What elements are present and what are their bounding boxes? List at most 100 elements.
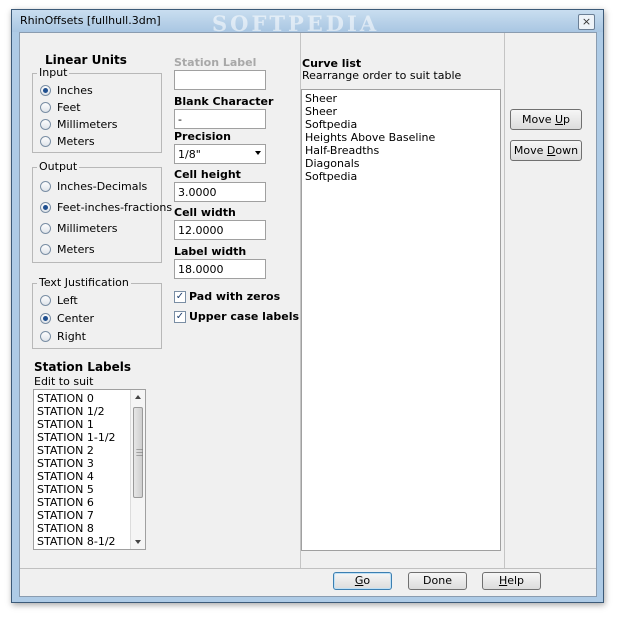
help-button[interactable]: Help: [482, 572, 541, 590]
station-label-item[interactable]: STATION 7: [37, 509, 116, 522]
cell-height-caption: Cell height: [174, 168, 241, 181]
output-units-legend: Output: [37, 160, 80, 173]
button-label: own: [555, 144, 579, 157]
station-labels-subheading: Edit to suit: [34, 375, 94, 388]
radio-button[interactable]: [40, 85, 51, 96]
radio-label: Meters: [57, 243, 95, 256]
station-label-item[interactable]: STATION 3: [37, 457, 116, 470]
station-label-item[interactable]: STATION 2: [37, 444, 116, 457]
output-units-group: Output Inches-Decimals Feet-inches-fract…: [32, 160, 172, 263]
button-label: Move: [521, 113, 555, 126]
radio-button[interactable]: [40, 181, 51, 192]
done-button[interactable]: Done: [408, 572, 467, 590]
station-labels-scrollbar[interactable]: — — —: [130, 390, 145, 549]
label-width-caption: Label width: [174, 245, 247, 258]
upper-case-labels-checkbox-row[interactable]: ✓ Upper case labels: [174, 310, 304, 326]
pad-with-zeros-label: Pad with zeros: [189, 290, 281, 303]
radio-button[interactable]: [40, 102, 51, 113]
station-label-item[interactable]: STATION 8-1/2: [37, 535, 116, 548]
station-label-item[interactable]: STATION 8: [37, 522, 116, 535]
scroll-up-icon[interactable]: [135, 395, 141, 399]
cell-width-field[interactable]: 12.0000: [174, 220, 266, 240]
precision-select[interactable]: 1/8": [174, 144, 266, 164]
radio-label: Center: [57, 312, 95, 325]
text-justification-group: Text Justification Left Center Right: [32, 276, 162, 349]
scroll-thumb[interactable]: — — —: [133, 407, 143, 498]
curve-list-item[interactable]: Sheer: [305, 92, 435, 105]
input-units-group: Input Inches Feet Millimeters Meters: [32, 66, 162, 153]
button-accesskey: U: [554, 113, 564, 126]
curve-list-listbox[interactable]: Sheer Sheer Softpedia Heights Above Baselin…: [301, 89, 501, 551]
precision-value: 1/8": [178, 148, 201, 161]
station-label-item[interactable]: STATION 1/2: [37, 405, 116, 418]
station-label-item[interactable]: STATION 5: [37, 483, 116, 496]
station-label-item[interactable]: STATION 4: [37, 470, 116, 483]
radio-label: Inches: [57, 84, 93, 97]
station-label-item[interactable]: STATION 6: [37, 496, 116, 509]
upper-case-labels-label: Upper case labels: [189, 310, 300, 323]
radio-button[interactable]: [40, 313, 51, 324]
precision-caption: Precision: [174, 130, 231, 143]
radio-button[interactable]: [40, 295, 51, 306]
button-label: p: [563, 113, 571, 126]
station-label-field[interactable]: [174, 70, 266, 90]
dialog-button-bar: Go Done Help: [20, 568, 596, 597]
curve-list-item[interactable]: Softpedia: [305, 118, 435, 131]
radio-label: Feet-inches-fractions: [57, 201, 173, 214]
label-width-field[interactable]: 18.0000: [174, 259, 266, 279]
cell-width-caption: Cell width: [174, 206, 236, 219]
radio-label: Right: [57, 330, 86, 343]
radio-label: Millimeters: [57, 118, 118, 131]
scroll-down-icon[interactable]: [135, 540, 141, 544]
button-label: Done: [423, 574, 452, 587]
curve-list-item[interactable]: Diagonals: [305, 157, 435, 170]
go-button[interactable]: Go: [333, 572, 392, 590]
input-units-legend: Input: [37, 66, 70, 79]
window-title: RhinOffsets [fullhull.3dm]: [20, 14, 161, 27]
station-labels-items: STATION 0 STATION 1/2 STATION 1 STATION 1-1…: [37, 392, 116, 548]
button-accesskey: H: [498, 574, 508, 587]
chevron-down-icon[interactable]: [255, 151, 261, 155]
radio-label: Left: [57, 294, 78, 307]
radio-button[interactable]: [40, 202, 51, 213]
radio-button[interactable]: [40, 331, 51, 342]
text-justification-legend: Text Justification: [37, 276, 131, 289]
radio-button[interactable]: [40, 244, 51, 255]
radio-button[interactable]: [40, 119, 51, 130]
station-label-caption: Station Label: [174, 56, 257, 69]
curve-list-item[interactable]: Half-Breadths: [305, 144, 435, 157]
curve-list-item[interactable]: Heights Above Baseline: [305, 131, 435, 144]
button-label: o: [363, 574, 371, 587]
curve-list-subheading: Rearrange order to suit table: [302, 69, 462, 82]
pad-with-zeros-checkbox-row[interactable]: ✓ Pad with zeros: [174, 290, 304, 306]
move-up-button[interactable]: Move Up: [510, 109, 582, 130]
linear-units-heading: Linear Units: [45, 53, 127, 67]
close-icon[interactable]: ×: [578, 14, 595, 30]
blank-character-caption: Blank Character: [174, 95, 274, 108]
radio-label: Meters: [57, 135, 95, 148]
station-labels-listbox[interactable]: STATION 0 STATION 1/2 STATION 1 STATION 1-1…: [33, 389, 146, 550]
blank-character-field[interactable]: -: [174, 109, 266, 129]
radio-button[interactable]: [40, 223, 51, 234]
dialog-client-area: Linear Units Input Inches Feet Millimete…: [19, 32, 597, 597]
station-label-item[interactable]: STATION 1-1/2: [37, 431, 116, 444]
radio-label: Inches-Decimals: [57, 180, 148, 193]
radio-button[interactable]: [40, 136, 51, 147]
station-label-item[interactable]: STATION 0: [37, 392, 116, 405]
pad-with-zeros-checkbox[interactable]: ✓: [174, 291, 186, 303]
upper-case-labels-checkbox[interactable]: ✓: [174, 311, 186, 323]
cell-height-field[interactable]: 3.0000: [174, 182, 266, 202]
radio-label: Feet: [57, 101, 81, 114]
curve-list-item[interactable]: Sheer: [305, 105, 435, 118]
curve-list-items: Sheer Sheer Softpedia Heights Above Baselin…: [305, 92, 435, 183]
curve-list-item[interactable]: Softpedia: [305, 170, 435, 183]
move-down-button[interactable]: Move Down: [510, 140, 582, 161]
title-bar[interactable]: RhinOffsets [fullhull.3dm] SOFTPEDIA ×: [12, 10, 603, 36]
button-label: Move: [513, 144, 547, 157]
grip-icon: — — —: [136, 445, 143, 459]
station-label-item[interactable]: STATION 1: [37, 418, 116, 431]
radio-label: Millimeters: [57, 222, 118, 235]
station-labels-heading: Station Labels: [34, 360, 132, 374]
button-label: elp: [507, 574, 525, 587]
rhinoffsets-dialog: RhinOffsets [fullhull.3dm] SOFTPEDIA × L…: [11, 9, 604, 603]
